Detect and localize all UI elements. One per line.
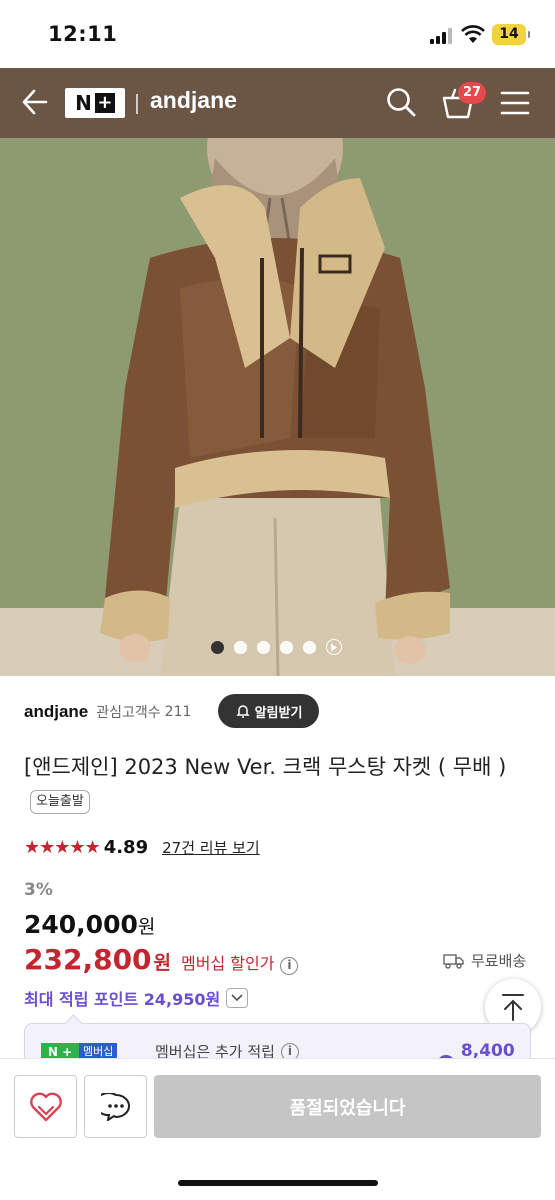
divider (136, 94, 138, 114)
product-title-text: [앤드제인] 2023 New Ver. 크랙 무스탕 자켓 ( 무배 ) (24, 755, 507, 779)
rating-value: 4.89 (103, 836, 149, 858)
points-label: 최대 적립 포인트 24,950원 (24, 990, 221, 1009)
brand-row: andjane 관심고객수 211 (24, 696, 191, 728)
arrow-up-icon (502, 994, 524, 1021)
member-price-label: 멤버십 할인가 (181, 954, 275, 973)
search-icon[interactable] (385, 86, 417, 118)
today-ship-badge: 오늘출발 (30, 790, 90, 814)
status-time: 12:11 (48, 22, 118, 46)
info-icon[interactable]: i (280, 957, 299, 975)
logo-letter: N (75, 91, 92, 115)
carousel-dot[interactable] (234, 640, 247, 654)
max-points[interactable]: 최대 적립 포인트 24,950원 (24, 986, 249, 1010)
chat-bubble-icon (100, 1092, 130, 1121)
status-bar: 12:11 14 (0, 0, 555, 68)
currency-label: 원 (153, 952, 172, 974)
carousel-dot[interactable] (280, 640, 293, 654)
carousel-indicator[interactable] (211, 639, 342, 655)
heart-icon (29, 1092, 62, 1121)
alert-subscribe-button[interactable]: 알림받기 (218, 694, 319, 728)
product-image[interactable] (0, 138, 555, 676)
shipping-info: 무료배송 (443, 950, 526, 971)
carousel-dot[interactable] (303, 640, 316, 654)
discount-rate: 3% (24, 880, 53, 900)
bell-plus-icon (235, 705, 250, 718)
currency-label: 원 (137, 916, 156, 938)
talk-talk-button[interactable] (84, 1075, 147, 1138)
review-link[interactable]: 27건 리뷰 보기 (162, 837, 260, 858)
shipping-label: 무료배송 (471, 952, 527, 970)
cart-count-badge: 27 (458, 82, 487, 104)
truck-icon (443, 953, 464, 969)
sold-out-button[interactable]: 품절되었습니다 (154, 1075, 541, 1138)
wifi-icon (461, 25, 485, 43)
brand-name[interactable]: andjane (24, 702, 88, 722)
carousel-dot[interactable] (257, 640, 270, 654)
wishlist-button[interactable] (14, 1075, 77, 1138)
product-title: [앤드제인] 2023 New Ver. 크랙 무스탕 자켓 ( 무배 ) 오늘출… (24, 750, 534, 818)
play-icon[interactable] (326, 639, 342, 655)
original-price: 240,000원 (24, 910, 155, 939)
naver-plus-logo[interactable]: N + (65, 88, 125, 118)
plus-icon: + (94, 93, 115, 113)
star-rating-icon: ★★★★★ (24, 836, 101, 858)
follower-count: 211 (164, 704, 192, 720)
follower-label: 관심고객수 (96, 705, 161, 721)
original-price-value: 240,000 (24, 910, 138, 939)
member-price-value: 232,800 (24, 943, 152, 976)
battery-indicator: 14 (492, 24, 530, 45)
hamburger-menu-icon[interactable] (500, 90, 530, 116)
back-arrow-icon[interactable] (20, 88, 48, 116)
cell-signal-icon (430, 28, 452, 44)
carousel-dot[interactable] (211, 640, 224, 654)
rating-row: ★★★★★ 4.89 27건 리뷰 보기 (24, 835, 260, 859)
home-indicator (178, 1180, 378, 1186)
store-name[interactable]: andjane (150, 87, 237, 114)
jacket-photo (0, 138, 555, 676)
chevron-down-icon[interactable] (226, 988, 249, 1008)
alert-button-label: 알림받기 (254, 705, 303, 721)
member-price: 232,800 원 멤버십 할인가 i (24, 943, 299, 976)
